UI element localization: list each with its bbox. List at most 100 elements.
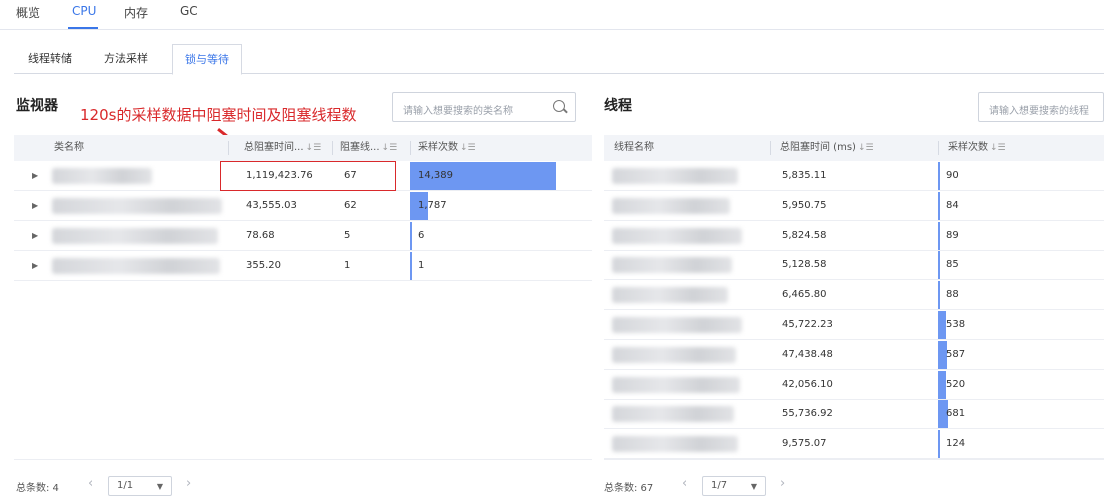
annotation-text: 120s的采样数据中阻塞时间及阻塞线程数 (80, 106, 357, 124)
thread-name-cell (612, 317, 742, 333)
table-row[interactable]: 5,950.75 84 (604, 191, 1104, 221)
table-row[interactable]: ▶ 355.20 1 1 (14, 251, 592, 281)
table-row[interactable]: 9,575.07 124 (604, 429, 1104, 460)
thread-samples-cell: 88 (946, 289, 959, 301)
thread-samples-cell: 84 (946, 199, 959, 211)
thread-block-time-cell: 6,465.80 (782, 289, 827, 301)
table-row[interactable]: 5,128.58 85 (604, 250, 1104, 281)
thread-samples-bar (938, 370, 946, 399)
table-row[interactable]: 47,438.48 587 (604, 340, 1104, 370)
monitor-pager: 总条数: 4 ‹ 1/1 ▼ › (16, 476, 216, 496)
tab-overview[interactable]: 概览 (16, 4, 40, 21)
col-separator (228, 141, 229, 155)
table-row[interactable]: ▶ 78.68 5 6 (14, 221, 592, 251)
col-samples-label: 采样次数 (418, 142, 458, 153)
threads-total-count: 总条数: 67 (604, 483, 654, 494)
divider (14, 459, 592, 460)
table-row[interactable]: ▶ 43,555.03 62 1,787 (14, 191, 592, 221)
thread-block-time-cell: 5,824.58 (782, 229, 827, 241)
thread-samples-bar (938, 281, 940, 310)
expand-arrow-icon[interactable]: ▶ (32, 161, 38, 191)
tab-locks-waits[interactable]: 锁与等待 (172, 44, 242, 75)
col-class-name: 类名称 (54, 142, 84, 153)
class-name-cell (52, 258, 220, 274)
top-tab-bar: 概览 CPU 内存 GC (0, 0, 1104, 30)
tab-cpu[interactable]: CPU (72, 4, 96, 18)
thread-block-time-cell: 9,575.07 (782, 438, 827, 450)
class-name-cell (52, 168, 152, 184)
sort-icon[interactable]: ↓☰ (382, 143, 398, 153)
thread-samples-cell: 520 (946, 378, 966, 390)
col-block-threads-label: 阻塞线... (340, 142, 380, 153)
block-threads-cell: 1 (344, 260, 351, 271)
table-row[interactable]: 45,722.23 538 (604, 310, 1104, 340)
monitor-page-select[interactable]: 1/1 ▼ (108, 476, 172, 496)
thread-samples-bar (938, 430, 940, 459)
thread-samples-cell: 85 (946, 259, 959, 271)
thread-samples-cell: 587 (946, 348, 966, 360)
col-samples[interactable]: 采样次数 ↓☰ (418, 135, 476, 161)
monitor-table: 类名称 总阻塞时间... ↓☰ 阻塞线... ↓☰ 采样次数 ↓☰ ▶ 1,119,42… (14, 135, 592, 295)
threads-table-header: 线程名称 总阻塞时间 (ms) ↓☰ 采样次数 ↓☰ (604, 135, 1104, 161)
expand-arrow-icon[interactable]: ▶ (32, 191, 38, 221)
search-icon[interactable] (553, 100, 565, 112)
thread-name-cell (612, 227, 742, 244)
expand-arrow-icon[interactable]: ▶ (32, 221, 38, 251)
col-thread-block-time[interactable]: 总阻塞时间 (ms) ↓☰ (780, 135, 874, 161)
sort-icon[interactable]: ↓☰ (990, 143, 1006, 153)
table-row[interactable]: 55,736.92 681 (604, 399, 1104, 430)
thread-block-time-cell: 5,835.11 (782, 170, 827, 181)
tab-method-sampling[interactable]: 方法采样 (92, 44, 160, 74)
col-thread-samples[interactable]: 采样次数 ↓☰ (948, 135, 1006, 161)
monitor-page-value: 1/1 (117, 480, 134, 491)
thread-samples-cell: 681 (946, 408, 966, 420)
sub-tab-bar: 线程转储 方法采样 锁与等待 (14, 44, 1104, 75)
monitor-search-input[interactable]: 请输入想要搜索的类名称 (392, 92, 576, 122)
col-separator (410, 141, 411, 155)
chevron-left-icon[interactable]: ‹ (682, 476, 687, 491)
sort-icon[interactable]: ↓☰ (858, 143, 874, 153)
table-row[interactable]: 5,824.58 89 (604, 221, 1104, 251)
thread-samples-cell: 90 (946, 170, 959, 181)
table-row[interactable]: 42,056.10 520 (604, 370, 1104, 400)
expand-arrow-icon[interactable]: ▶ (32, 251, 38, 281)
table-row[interactable]: 6,465.80 88 (604, 280, 1104, 311)
chevron-left-icon[interactable]: ‹ (88, 476, 93, 491)
thread-samples-bar (938, 162, 940, 190)
thread-samples-bar (938, 191, 940, 220)
chevron-right-icon[interactable]: › (780, 476, 785, 491)
total-block-time-cell: 78.68 (246, 230, 275, 241)
thread-name-cell (612, 436, 738, 453)
col-thread-samples-label: 采样次数 (948, 142, 988, 153)
col-total-block-time[interactable]: 总阻塞时间... ↓☰ (244, 135, 328, 161)
samples-cell: 1 (418, 260, 425, 271)
sort-icon[interactable]: ↓☰ (306, 143, 322, 153)
samples-bar (410, 222, 412, 250)
threads-panel-title: 线程 (604, 98, 632, 114)
class-name-cell (52, 198, 222, 214)
monitor-total-count: 总条数: 4 (16, 483, 59, 494)
class-name-cell (52, 228, 218, 244)
tab-gc[interactable]: GC (180, 4, 198, 18)
col-thread-name: 线程名称 (614, 142, 654, 153)
thread-block-time-cell: 5,128.58 (782, 259, 827, 271)
monitor-panel-title: 监视器 (16, 98, 58, 114)
thread-block-time-cell: 55,736.92 (782, 408, 833, 420)
tab-thread-dump[interactable]: 线程转储 (16, 44, 84, 74)
threads-page-select[interactable]: 1/7 ▼ (702, 476, 766, 496)
col-separator (770, 141, 771, 155)
thread-name-cell (612, 197, 730, 214)
caret-down-icon: ▼ (750, 482, 757, 491)
samples-cell: 1,787 (418, 200, 447, 211)
thread-samples-cell: 538 (946, 319, 966, 330)
sort-icon[interactable]: ↓☰ (460, 143, 476, 153)
tab-memory[interactable]: 内存 (124, 4, 148, 21)
col-block-threads[interactable]: 阻塞线... ↓☰ (340, 135, 410, 161)
monitor-search-placeholder: 请输入想要搜索的类名称 (403, 106, 513, 117)
table-row[interactable]: 5,835.11 90 (604, 161, 1104, 191)
thread-name-cell (612, 287, 728, 304)
chevron-right-icon[interactable]: › (186, 476, 191, 491)
samples-cell: 14,389 (418, 170, 453, 181)
threads-search-input[interactable]: 请输入想要搜索的线程 (978, 92, 1104, 122)
thread-name-cell (612, 168, 738, 184)
